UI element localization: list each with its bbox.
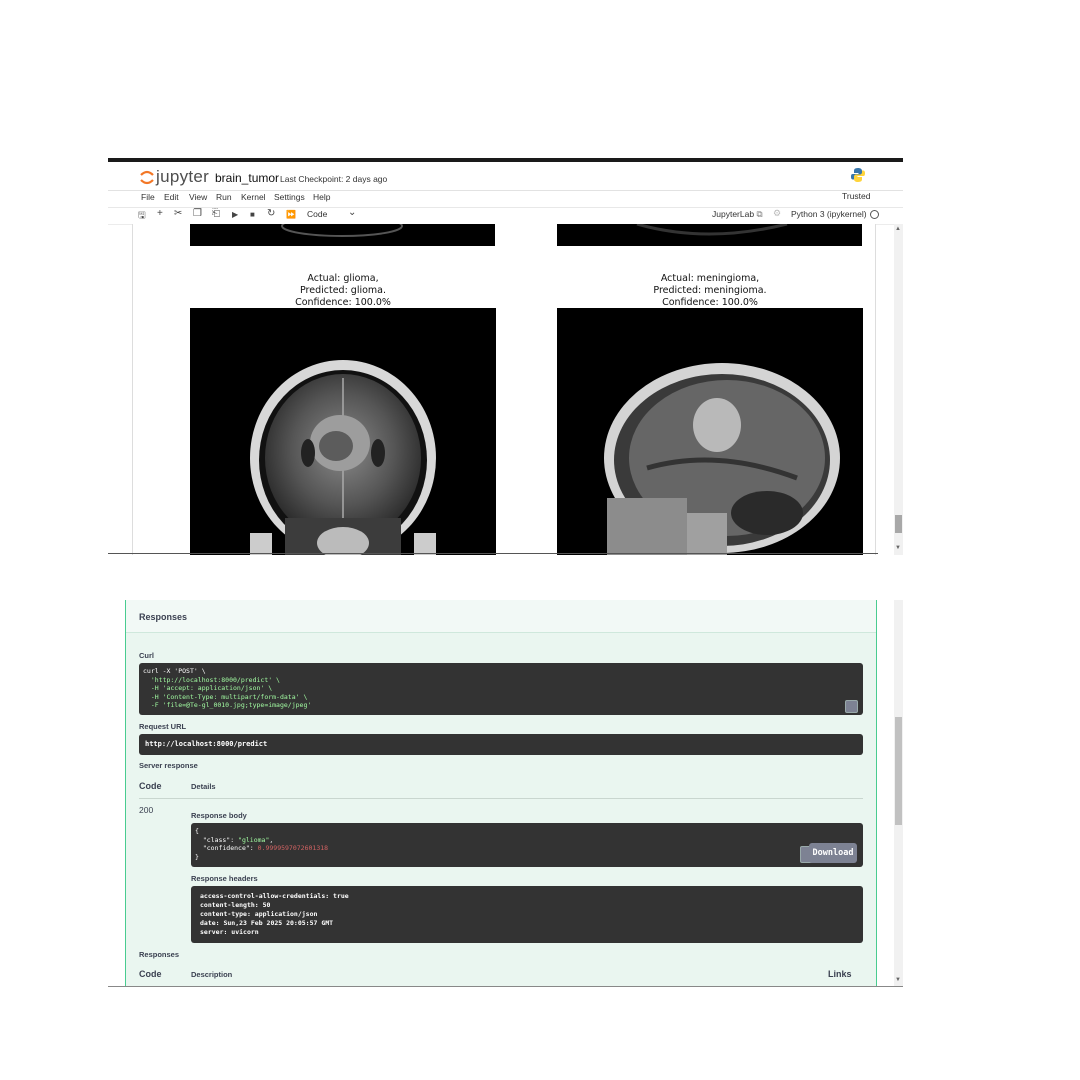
response-headers-label: Response headers — [191, 874, 258, 883]
scroll-down-arrow-icon[interactable]: ▼ — [895, 545, 901, 551]
menu-bar: File Edit View Run Kernel Settings Help — [108, 190, 903, 208]
swagger-scrollbar[interactable]: ▼ — [894, 600, 903, 987]
predicted-label: Predicted: glioma. — [299, 285, 387, 296]
response-json: { "class": "glioma", "confidence": 0.999… — [195, 827, 329, 861]
prediction-caption-glioma: Actual: glioma, Predicted: glioma. Confi… — [190, 273, 496, 309]
responses-header: Responses — [126, 600, 876, 633]
download-button[interactable]: Download — [809, 843, 857, 863]
notebook-header: jupyter brain_tumor Last Checkpoint: 2 d… — [108, 162, 903, 191]
code-column-header: Code — [139, 781, 162, 791]
jupyter-brand-text: jupyter — [156, 167, 210, 186]
responses-title: Responses — [139, 612, 188, 622]
header-line-5: server: uvicorn — [200, 928, 259, 936]
cut-icon[interactable]: ✂ — [174, 208, 182, 219]
links-header: Links — [828, 969, 852, 979]
json-class-value: "glioma" — [238, 835, 270, 844]
curl-command-block[interactable]: curl -X 'POST' \ 'http://localhost:8000/… — [139, 663, 863, 715]
header-line-2: content-length: 50 — [200, 901, 271, 909]
details-column-header: Details — [191, 782, 216, 791]
external-link-icon: ⧉ — [756, 209, 763, 219]
copy-to-clipboard-icon[interactable] — [845, 700, 858, 713]
paste-icon[interactable]: ⎗ — [212, 208, 220, 219]
header-line-4: date: Sun,23 Feb 2025 20:05:57 GMT — [200, 919, 334, 927]
responses-label: Responses — [139, 950, 180, 959]
request-url-label: Request URL — [139, 722, 187, 731]
run-icon[interactable]: ▶ — [232, 210, 238, 219]
request-url-value: http://localhost:8000/predict — [145, 740, 268, 748]
scroll-down-arrow-icon[interactable]: ▼ — [895, 977, 901, 983]
chevron-down-icon[interactable]: ⌄ — [348, 207, 356, 218]
notebook-toolbar: 🖫 + ✂ ❐ ⎗ ▶ ■ ↻ ⏩ Code ⌄ JupyterLab ⧉ ⚙ … — [108, 207, 903, 225]
curl-line-4: -H 'Content-Type: multipart/form-data' \ — [143, 692, 308, 701]
status-code: 200 — [139, 805, 154, 815]
mri-image-meningioma — [557, 308, 863, 555]
notebook-scrollbar[interactable]: ▲ ▼ — [894, 224, 903, 555]
jupyter-window: jupyter brain_tumor Last Checkpoint: 2 d… — [108, 158, 903, 555]
swagger-panel: Responses Curl curl -X 'POST' \ 'http://… — [108, 600, 903, 987]
scrollbar-thumb[interactable] — [895, 717, 902, 825]
window-bottom-border — [108, 553, 878, 554]
request-url-block[interactable]: http://localhost:8000/predict — [139, 734, 863, 755]
notebook-title[interactable]: brain_tumor — [215, 171, 279, 185]
response-headers-block[interactable]: access-control-allow-credentials: true co… — [191, 886, 863, 943]
menu-view[interactable]: View — [189, 192, 207, 202]
menu-file[interactable]: File — [141, 192, 155, 202]
mri-image-glioma — [190, 308, 496, 555]
stop-icon[interactable]: ■ — [250, 210, 255, 219]
trusted-indicator[interactable]: Trusted — [842, 191, 871, 201]
kernel-settings-icon[interactable]: ⚙ — [773, 208, 781, 219]
actual-label: Actual: meningioma, — [660, 273, 760, 284]
response-headers-text: access-control-allow-credentials: true co… — [200, 892, 349, 937]
jupyter-logo-icon — [140, 170, 154, 184]
fast-forward-icon[interactable]: ⏩ — [286, 210, 296, 219]
menu-help[interactable]: Help — [313, 192, 330, 202]
curl-line-2: 'http://localhost:8000/predict' \ — [143, 675, 280, 684]
actual-label: Actual: glioma, — [307, 273, 379, 284]
menu-run[interactable]: Run — [216, 192, 232, 202]
json-confidence-value: 0.9999597072601318 — [257, 844, 329, 853]
curl-line-1: curl -X 'POST' \ — [143, 667, 206, 675]
curl-code: curl -X 'POST' \ 'http://localhost:8000/… — [143, 667, 311, 710]
json-class-key: "class": — [202, 835, 239, 844]
checkpoint-status: Last Checkpoint: 2 days ago — [280, 174, 388, 184]
scrollbar-thumb[interactable] — [895, 515, 902, 533]
curl-line-5: -F 'file=@Te-gl_0010.jpg;type=image/jpeg… — [143, 701, 312, 710]
header-line-1: access-control-allow-credentials: true — [200, 892, 349, 900]
description-header: Description — [191, 970, 233, 979]
curl-line-3: -H 'accept: application/json' \ — [143, 684, 273, 693]
table-divider — [139, 798, 863, 799]
prediction-caption-meningioma: Actual: meningioma, Predicted: meningiom… — [557, 273, 863, 309]
python-logo-icon — [851, 168, 865, 182]
jupyterlab-label: JupyterLab — [712, 209, 755, 219]
jupyter-logo[interactable]: jupyter — [140, 167, 209, 187]
panel-bottom-border — [108, 986, 903, 987]
header-line-3: content-type: application/json — [200, 910, 318, 918]
server-response-label: Server response — [139, 761, 198, 770]
jupyterlab-link[interactable]: JupyterLab ⧉ — [712, 209, 763, 220]
save-icon[interactable]: 🖫 — [138, 208, 146, 224]
response-body-label: Response body — [191, 811, 247, 820]
menu-settings[interactable]: Settings — [274, 192, 305, 202]
responses-section: Responses Curl curl -X 'POST' \ 'http://… — [125, 600, 877, 987]
cell-type-select[interactable]: Code — [307, 209, 327, 219]
predicted-label: Predicted: meningioma. — [653, 285, 767, 296]
json-open-brace: { — [195, 827, 199, 835]
scroll-up-arrow-icon[interactable]: ▲ — [895, 226, 901, 232]
kernel-name[interactable]: Python 3 (ipykernel) — [791, 209, 867, 219]
kernel-status-icon — [870, 210, 879, 219]
json-confidence-key: "confidence": — [202, 844, 258, 853]
menu-edit[interactable]: Edit — [164, 192, 179, 202]
menu-kernel[interactable]: Kernel — [241, 192, 266, 202]
mri-image-previous-right — [557, 224, 862, 246]
curl-label: Curl — [139, 651, 154, 660]
json-close-brace: } — [195, 852, 199, 861]
notebook-output-area: Actual: glioma, Predicted: glioma. Confi… — [132, 224, 876, 555]
code-header-2: Code — [139, 969, 162, 979]
mri-image-previous-left — [190, 224, 495, 246]
copy-icon[interactable]: ❐ — [193, 208, 202, 219]
restart-icon[interactable]: ↻ — [267, 208, 275, 219]
add-cell-icon[interactable]: + — [157, 208, 163, 219]
response-body-block[interactable]: { "class": "glioma", "confidence": 0.999… — [191, 823, 863, 867]
